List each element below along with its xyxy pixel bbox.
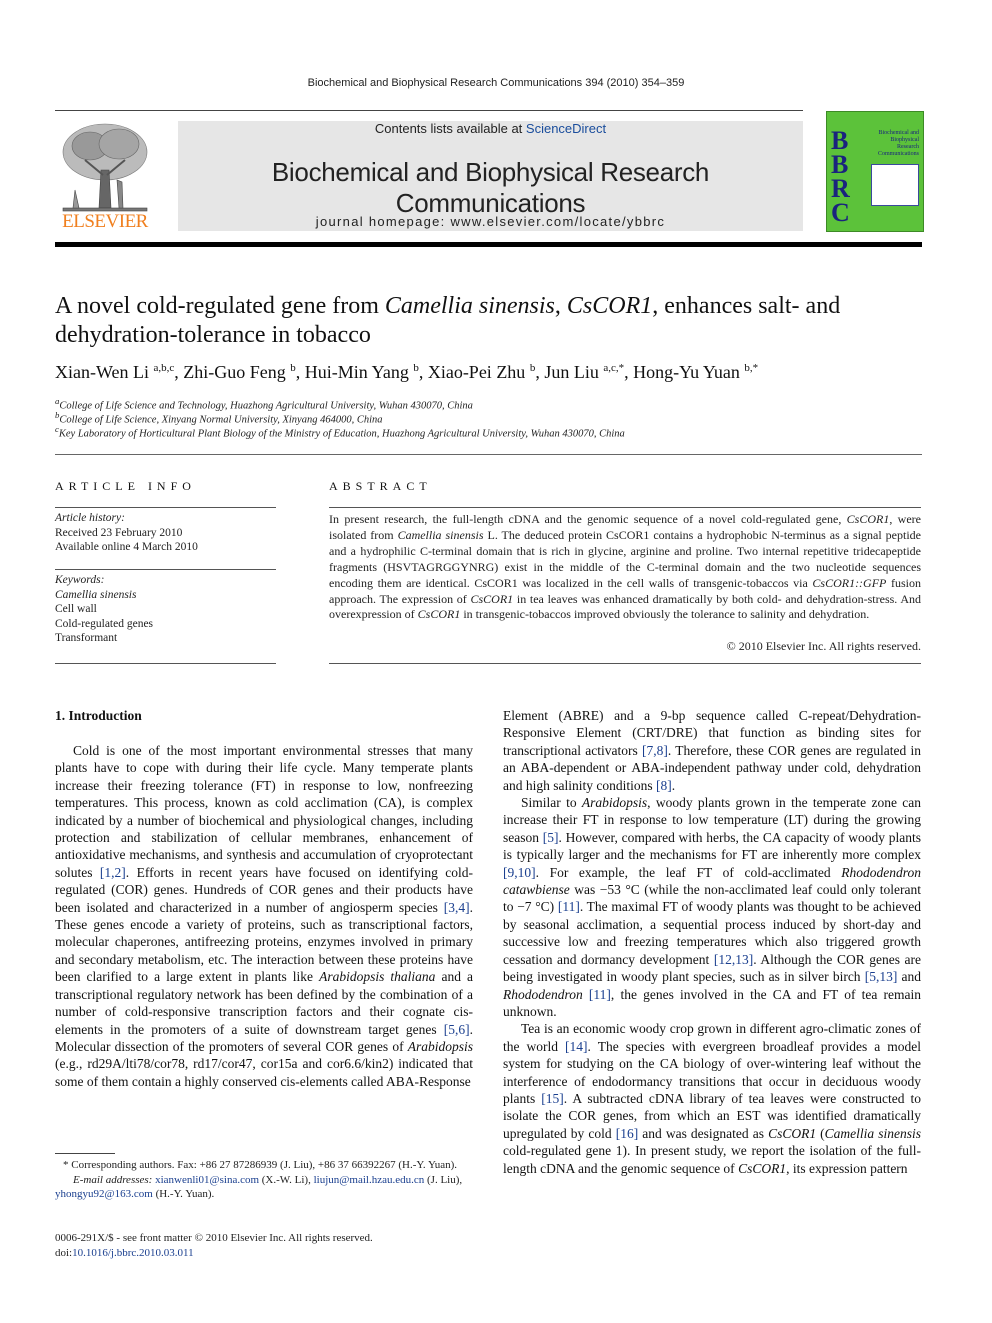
section-divider — [55, 454, 922, 455]
section-heading-introduction: 1. Introduction — [55, 708, 142, 723]
rule — [55, 663, 276, 664]
citation-link[interactable]: [15] — [541, 1091, 564, 1106]
author[interactable]: Jun Liu a,c,* — [544, 362, 624, 382]
citation-link[interactable]: [5,6] — [444, 1022, 470, 1037]
journal-title: Biochemical and Biophysical Research Com… — [271, 157, 710, 218]
cover-letter: B — [831, 126, 849, 155]
journal-homepage[interactable]: journal homepage: www.elsevier.com/locat… — [178, 214, 803, 229]
paragraph: Similar to Arabidopsis, woody plants gro… — [503, 795, 921, 1019]
title-species: Camellia sinensis — [384, 293, 555, 319]
cover-caption: Biochemical and Biophysical Research Com… — [878, 130, 919, 157]
title-text: A novel cold-regulated gene from — [55, 293, 385, 319]
abstract-heading: ABSTRACT — [329, 479, 432, 493]
article-title: A novel cold-regulated gene from Camelli… — [55, 292, 925, 350]
affiliation: cKey Laboratory of Horticultural Plant B… — [55, 424, 625, 440]
header-thick-rule — [55, 242, 922, 247]
citation-link[interactable]: [12,13] — [714, 952, 753, 967]
citation-link[interactable]: [11] — [558, 899, 580, 914]
keywords: Keywords: Camellia sinensis Cell wall Co… — [55, 573, 276, 646]
running-head: Biochemical and Biophysical Research Com… — [307, 77, 685, 89]
paragraph: Element (ABRE) and a 9-bp sequence calle… — [503, 708, 921, 793]
elsevier-wordmark: ELSEVIER — [62, 211, 148, 232]
title-gene: CsCOR1 — [566, 293, 653, 319]
abstract-body: In present research, the full-length cDN… — [329, 512, 921, 622]
email-link[interactable]: yhongyu92@163.com — [55, 1188, 153, 1200]
email-link[interactable]: liujun@mail.hzau.edu.cn — [314, 1174, 425, 1186]
header-divider — [55, 110, 803, 111]
intro-right-column: Element (ABRE) and a 9-bp sequence calle… — [503, 707, 921, 1177]
email-link[interactable]: xianwenli01@sina.com — [155, 1174, 259, 1186]
rule — [55, 507, 276, 508]
intro-left-column: Cold is one of the most important enviro… — [55, 742, 473, 1090]
footnote-rule — [55, 1153, 115, 1154]
keywords-label: Keywords: — [55, 574, 105, 586]
doi-link[interactable]: 10.1016/j.bbrc.2010.03.011 — [72, 1247, 194, 1259]
cover-letter: B — [831, 150, 849, 179]
article-info-heading: ARTICLE INFO — [55, 479, 196, 493]
online-date: Available online 4 March 2010 — [55, 541, 198, 553]
keyword: Transformant — [55, 632, 118, 644]
keyword: Cold-regulated genes — [55, 617, 154, 630]
rule — [55, 569, 276, 570]
author[interactable]: Zhi-Guo Feng b — [183, 362, 296, 382]
front-matter-note: 0006-291X/$ - see front matter © 2010 El… — [55, 1232, 373, 1259]
author[interactable]: Hong-Yu Yuan b,* — [633, 362, 758, 382]
contents-line: Contents lists available at ScienceDirec… — [178, 121, 803, 136]
rule — [329, 663, 921, 664]
author-list: Xian-Wen Li a,b,c, Zhi-Guo Feng b, Hui-M… — [55, 362, 759, 382]
citation-link[interactable]: [11] — [589, 987, 611, 1002]
history-label: Article history: — [55, 512, 125, 524]
author[interactable]: Xiao-Pei Zhu b — [428, 362, 535, 382]
rule — [329, 507, 921, 508]
citation-link[interactable]: [9,10] — [503, 865, 536, 880]
author[interactable]: Xian-Wen Li a,b,c — [55, 362, 174, 382]
keyword: Cell wall — [55, 603, 97, 615]
citation-link[interactable]: [16] — [616, 1126, 639, 1141]
citation-link[interactable]: [3,4] — [444, 900, 470, 915]
citation-link[interactable]: [1,2] — [100, 865, 126, 880]
citation-link[interactable]: [14] — [565, 1039, 588, 1054]
citation-link[interactable]: [5] — [543, 830, 559, 845]
citation-link[interactable]: [5,13] — [865, 969, 898, 984]
citation-link[interactable]: [7,8] — [642, 743, 668, 758]
received-date: Received 23 February 2010 — [55, 526, 183, 539]
journal-cover-image: B B R C Biochemical and Biophysical Rese… — [826, 111, 924, 232]
title-text: , — [554, 293, 567, 319]
cover-letter: R — [831, 174, 850, 203]
sciencedirect-link[interactable]: ScienceDirect — [526, 121, 606, 136]
corresponding-authors-note: * Corresponding authors. Fax: +86 27 872… — [55, 1159, 463, 1200]
cover-artwork — [871, 164, 919, 206]
article-history: Article history: Received 23 February 20… — [55, 511, 276, 555]
cover-letter: C — [831, 198, 850, 227]
contents-prefix: Contents lists available at — [374, 121, 526, 136]
citation-link[interactable]: [8] — [656, 778, 672, 793]
paragraph: Tea is an economic woody crop grown in d… — [503, 1021, 921, 1176]
abstract-copyright: © 2010 Elsevier Inc. All rights reserved… — [726, 639, 921, 653]
paragraph: Cold is one of the most important enviro… — [55, 743, 473, 1089]
keyword: Camellia sinensis — [55, 588, 137, 601]
author[interactable]: Hui-Min Yang b — [305, 362, 419, 382]
